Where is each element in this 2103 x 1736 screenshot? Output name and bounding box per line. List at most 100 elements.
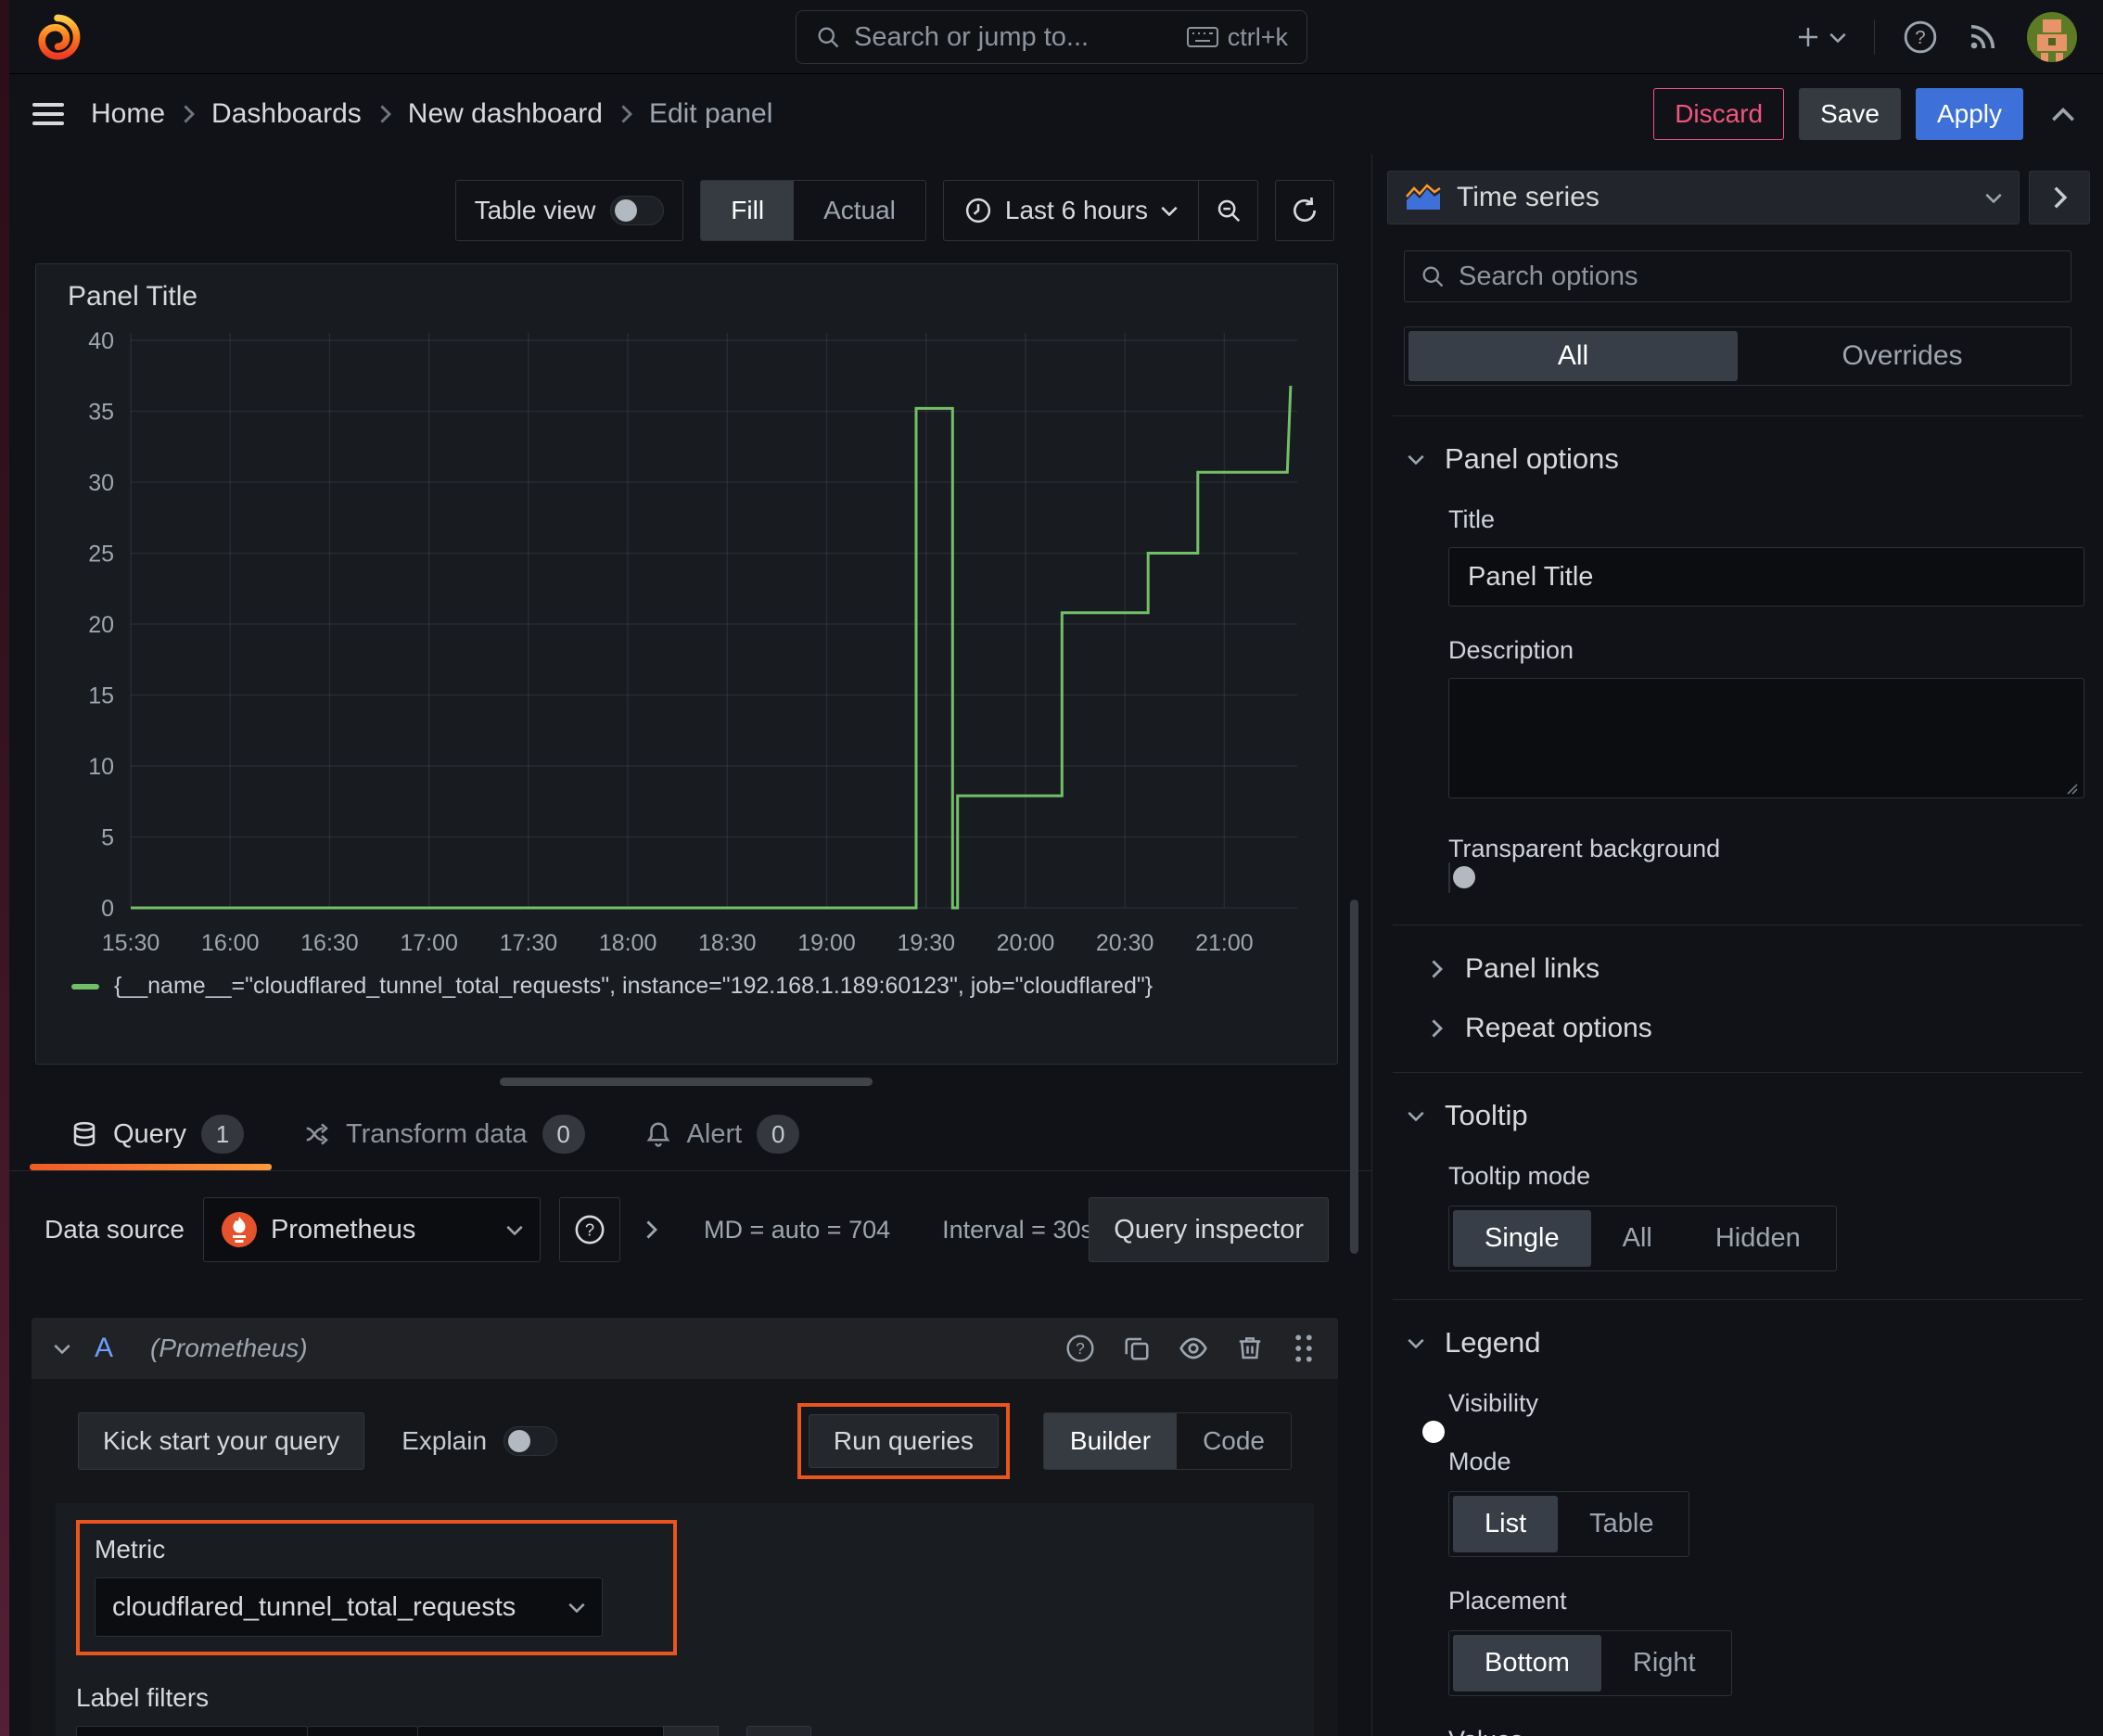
help-icon[interactable]: ? (1065, 1334, 1095, 1363)
transform-icon (306, 1123, 328, 1145)
breadcrumb-dashboards[interactable]: Dashboards (211, 98, 362, 130)
panel-view-toolbar: Table view Fill Actual Last 6 hours (0, 154, 1371, 241)
breadcrumb-home[interactable]: Home (91, 98, 165, 130)
query-editor-area: Data source Prometheus ? MD = auto = 704… (0, 1171, 1371, 1736)
section-legend[interactable]: Legend (1393, 1300, 2083, 1359)
select-label-dropdown[interactable]: Select label (76, 1726, 308, 1736)
code-option[interactable]: Code (1177, 1413, 1291, 1469)
query-inspector-button[interactable]: Query inspector (1089, 1197, 1329, 1262)
news-rss-icon[interactable] (1966, 20, 1999, 54)
tab-transform-data[interactable]: Transform data 0 (303, 1115, 585, 1170)
tab-query-count: 1 (200, 1115, 244, 1154)
chevron-right-icon (2054, 186, 2067, 209)
chevron-down-icon[interactable] (54, 1343, 70, 1354)
add-filter-button[interactable] (746, 1726, 811, 1736)
description-textarea[interactable] (1448, 678, 2084, 798)
select-value-dropdown[interactable]: Select value (417, 1726, 664, 1736)
chevron-right-icon (1430, 1019, 1443, 1038)
svg-text:15:30: 15:30 (102, 930, 160, 956)
discard-button[interactable]: Discard (1653, 88, 1785, 140)
apply-button[interactable]: Apply (1915, 88, 2023, 140)
section-panel-options[interactable]: Panel options (1393, 416, 2083, 476)
edit-panel-main: Table view Fill Actual Last 6 hours Pane… (0, 154, 1371, 1736)
legend-visibility-field: Visibility (1422, 1389, 2083, 1443)
repeat-options-section[interactable]: Repeat options (1393, 985, 2083, 1044)
drag-handle-icon[interactable] (1292, 1334, 1316, 1363)
options-search-input[interactable]: Search options (1404, 250, 2071, 302)
legend-values-field: Values Select values or calculations to … (1448, 1726, 2083, 1736)
title-input[interactable] (1448, 547, 2084, 606)
mode-label: Mode (1448, 1448, 1511, 1475)
refresh-button[interactable] (1275, 180, 1334, 241)
transparent-background-field: Transparent background (1448, 835, 2083, 893)
tab-overrides[interactable]: Overrides (1738, 331, 2067, 381)
metric-select[interactable]: cloudflared_tunnel_total_requests (95, 1577, 603, 1637)
panel-links-section[interactable]: Panel links (1393, 925, 2083, 985)
placement-right-option[interactable]: Right (1601, 1635, 1727, 1691)
svg-text:20:30: 20:30 (1096, 930, 1154, 956)
kick-start-query-button[interactable]: Kick start your query (78, 1412, 365, 1470)
mode-table-option[interactable]: Table (1558, 1496, 1685, 1552)
label-filters-label: Label filters (76, 1683, 210, 1712)
time-range-control: Last 6 hours (942, 180, 1258, 241)
time-series-chart[interactable]: 0 5 10 15 20 25 30 35 40 15:30 16:00 16:30 17:00 17:3… (53, 314, 1314, 969)
main-scrollbar[interactable] (1350, 900, 1358, 1254)
table-view-toggle[interactable] (610, 196, 665, 225)
resize-handle-icon[interactable] (2064, 781, 2079, 796)
save-button[interactable]: Save (1799, 88, 1901, 140)
placement-bottom-option[interactable]: Bottom (1453, 1635, 1601, 1691)
expand-stats-chevron[interactable] (644, 1220, 657, 1239)
tooltip-mode-field: Tooltip mode Single All Hidden (1448, 1162, 2083, 1271)
chevron-right-icon (619, 105, 632, 123)
svg-text:16:30: 16:30 (300, 930, 359, 956)
chevron-down-icon (1408, 1337, 1424, 1348)
zoom-out-button[interactable] (1198, 181, 1257, 240)
builder-option[interactable]: Builder (1043, 1413, 1178, 1469)
trash-icon[interactable] (1236, 1334, 1264, 1362)
add-new-button[interactable] (1794, 23, 1846, 51)
breadcrumb: Home Dashboards New dashboard Edit panel (91, 98, 772, 130)
datasource-picker[interactable]: Prometheus (202, 1197, 541, 1262)
remove-filter-button[interactable] (663, 1726, 719, 1736)
operator-dropdown[interactable]: = (307, 1726, 418, 1736)
panel-resize-handle[interactable] (499, 1078, 873, 1086)
datasource-help-button[interactable]: ? (558, 1197, 620, 1262)
fill-option[interactable]: Fill (701, 181, 795, 240)
tab-query[interactable]: Query 1 (30, 1115, 272, 1170)
chevron-down-icon (506, 1224, 523, 1235)
series-label[interactable]: {__name__="cloudflared_tunnel_total_requ… (114, 973, 1153, 1000)
tab-alert[interactable]: Alert 0 (644, 1115, 800, 1170)
explain-toggle[interactable] (503, 1426, 558, 1456)
section-legend-label: Legend (1445, 1326, 1541, 1359)
legend-mode-field: Mode List Table (1448, 1448, 2083, 1557)
values-label: Values (1448, 1726, 2083, 1736)
actual-option[interactable]: Actual (794, 181, 925, 240)
user-avatar[interactable] (2027, 11, 2077, 62)
global-search-input[interactable]: Search or jump to... ctrl+k (796, 10, 1307, 64)
tooltip-single-option[interactable]: Single (1453, 1210, 1591, 1267)
mode-list-option[interactable]: List (1453, 1496, 1559, 1552)
tooltip-mode-switch: Single All Hidden (1448, 1206, 1837, 1271)
query-card-header[interactable]: A (Prometheus) ? (32, 1318, 1338, 1379)
transparent-background-toggle[interactable] (1448, 862, 1475, 893)
help-icon[interactable]: ? (1903, 19, 1938, 55)
collapse-header-button[interactable] (2051, 107, 2075, 121)
duplicate-icon[interactable] (1123, 1334, 1151, 1362)
tab-all[interactable]: All (1408, 331, 1738, 381)
eye-icon[interactable] (1179, 1334, 1208, 1363)
tooltip-all-option[interactable]: All (1591, 1210, 1684, 1267)
refresh-icon (1294, 197, 1316, 222)
placement-label: Placement (1448, 1587, 1567, 1615)
run-queries-button[interactable]: Run queries (808, 1414, 999, 1468)
chevron-down-icon (1829, 32, 1846, 43)
menu-toggle-button[interactable] (28, 102, 69, 126)
grafana-logo-icon[interactable] (33, 13, 82, 61)
time-range-picker[interactable]: Last 6 hours (944, 181, 1198, 240)
section-panel-options-label: Panel options (1445, 442, 1619, 475)
breadcrumb-new-dashboard[interactable]: New dashboard (408, 98, 603, 130)
help-icon: ? (575, 1215, 605, 1245)
section-tooltip[interactable]: Tooltip (1393, 1073, 2083, 1132)
collapse-options-button[interactable] (2029, 171, 2090, 224)
tooltip-hidden-option[interactable]: Hidden (1684, 1210, 1832, 1267)
visualization-picker[interactable]: Time series (1387, 171, 2020, 224)
